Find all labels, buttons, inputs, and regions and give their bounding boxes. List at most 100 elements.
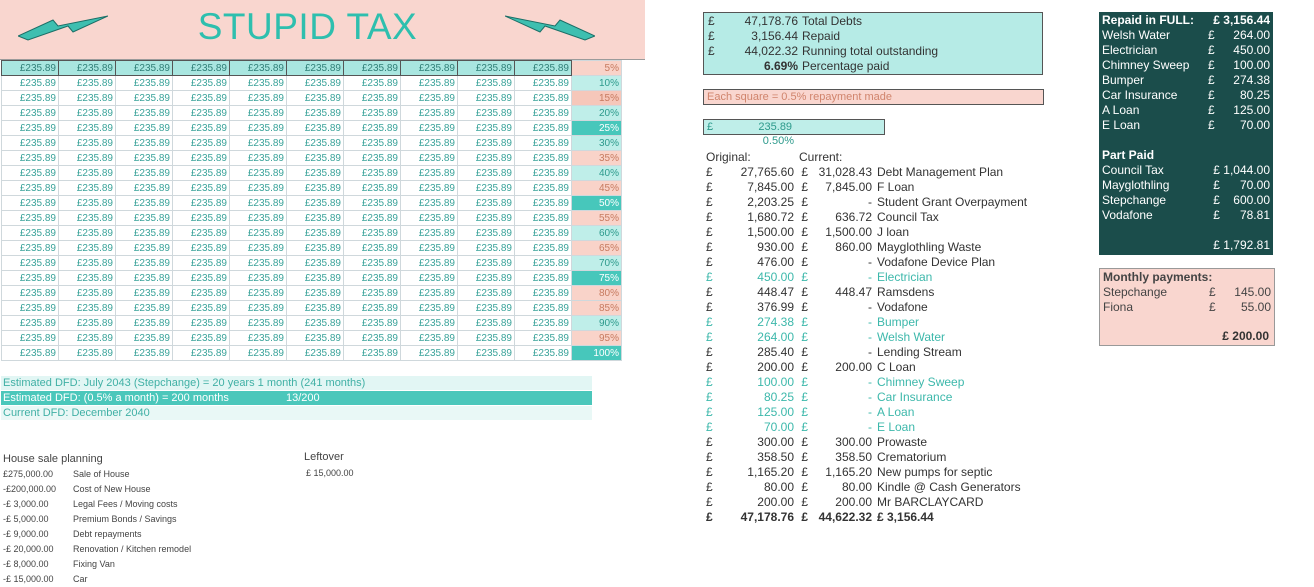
payment-square[interactable]: £235.89: [514, 345, 572, 361]
payment-square[interactable]: £235.89: [172, 90, 230, 106]
payment-square[interactable]: £235.89: [514, 75, 572, 91]
payment-square[interactable]: £235.89: [1, 210, 59, 226]
payment-square[interactable]: £235.89: [58, 330, 116, 346]
payment-square[interactable]: £235.89: [457, 240, 515, 256]
payment-square[interactable]: £235.89: [400, 210, 458, 226]
payment-square[interactable]: £235.89: [286, 135, 344, 151]
payment-square[interactable]: £235.89: [286, 60, 344, 76]
debt-row[interactable]: £125.00 £ - A Loan: [706, 405, 914, 420]
debt-row[interactable]: £358.50 £358.50 Crematorium: [706, 450, 946, 465]
payment-square[interactable]: £235.89: [229, 330, 287, 346]
payment-square[interactable]: £235.89: [1, 90, 59, 106]
payment-square[interactable]: £235.89: [115, 285, 173, 301]
payment-square[interactable]: £235.89: [343, 330, 401, 346]
payment-square[interactable]: £235.89: [457, 210, 515, 226]
payment-square[interactable]: £235.89: [286, 75, 344, 91]
debt-row[interactable]: £70.00 £ - E Loan: [706, 420, 915, 435]
payment-square[interactable]: £235.89: [457, 315, 515, 331]
payment-square[interactable]: £235.89: [229, 255, 287, 271]
payment-square[interactable]: £235.89: [115, 135, 173, 151]
payment-square[interactable]: £235.89: [229, 135, 287, 151]
debt-row[interactable]: £200.00 £200.00 C Loan: [706, 360, 916, 375]
payment-square[interactable]: £235.89: [115, 270, 173, 286]
payment-square[interactable]: £235.89: [400, 90, 458, 106]
payment-square[interactable]: £235.89: [286, 315, 344, 331]
payment-square[interactable]: £235.89: [400, 165, 458, 181]
payment-square[interactable]: £235.89: [286, 345, 344, 361]
payment-square[interactable]: £235.89: [229, 345, 287, 361]
payment-square[interactable]: £235.89: [115, 120, 173, 136]
payment-square[interactable]: £235.89: [229, 195, 287, 211]
payment-square[interactable]: £235.89: [172, 270, 230, 286]
debt-row[interactable]: £7,845.00 £7,845.00 F Loan: [706, 180, 914, 195]
payment-square[interactable]: £235.89: [172, 195, 230, 211]
payment-square[interactable]: £235.89: [229, 105, 287, 121]
payment-square[interactable]: £235.89: [343, 255, 401, 271]
payment-square[interactable]: £235.89: [514, 225, 572, 241]
payment-square[interactable]: £235.89: [172, 180, 230, 196]
payment-square[interactable]: £235.89: [1, 300, 59, 316]
payment-square[interactable]: £235.89: [400, 300, 458, 316]
payment-square[interactable]: £235.89: [514, 255, 572, 271]
payment-square[interactable]: £235.89: [58, 135, 116, 151]
debt-row[interactable]: £274.38 £ - Bumper: [706, 315, 919, 330]
payment-square[interactable]: £235.89: [343, 225, 401, 241]
payment-square[interactable]: £235.89: [229, 150, 287, 166]
payment-square[interactable]: £235.89: [343, 75, 401, 91]
payment-square[interactable]: £235.89: [172, 255, 230, 271]
payment-square[interactable]: £235.89: [1, 165, 59, 181]
payment-square[interactable]: £235.89: [457, 270, 515, 286]
debt-row[interactable]: £476.00 £ - Vodafone Device Plan: [706, 255, 995, 270]
payment-square[interactable]: £235.89: [457, 300, 515, 316]
payment-square[interactable]: £235.89: [1, 330, 59, 346]
payment-square[interactable]: £235.89: [115, 240, 173, 256]
payment-square[interactable]: £235.89: [514, 150, 572, 166]
payment-square[interactable]: £235.89: [514, 270, 572, 286]
payment-square[interactable]: £235.89: [343, 135, 401, 151]
payment-square[interactable]: £235.89: [229, 240, 287, 256]
payment-square[interactable]: £235.89: [343, 60, 401, 76]
payment-square[interactable]: £235.89: [457, 285, 515, 301]
payment-square[interactable]: £235.89: [229, 300, 287, 316]
payment-square[interactable]: £235.89: [229, 315, 287, 331]
payment-square[interactable]: £235.89: [286, 150, 344, 166]
debt-row[interactable]: £80.25 £ - Car Insurance: [706, 390, 952, 405]
payment-square[interactable]: £235.89: [400, 105, 458, 121]
payment-square[interactable]: £235.89: [343, 195, 401, 211]
payment-square[interactable]: £235.89: [457, 75, 515, 91]
payment-square[interactable]: £235.89: [172, 315, 230, 331]
payment-square[interactable]: £235.89: [400, 255, 458, 271]
payment-square[interactable]: £235.89: [229, 90, 287, 106]
payment-square[interactable]: £235.89: [286, 195, 344, 211]
payment-square[interactable]: £235.89: [514, 315, 572, 331]
payment-square[interactable]: £235.89: [58, 195, 116, 211]
payment-square[interactable]: £235.89: [400, 60, 458, 76]
debt-row[interactable]: £80.00 £80.00 Kindle @ Cash Generators: [706, 480, 1021, 495]
payment-square[interactable]: £235.89: [457, 165, 515, 181]
payment-square[interactable]: £235.89: [286, 105, 344, 121]
payment-square[interactable]: £235.89: [58, 300, 116, 316]
payment-square[interactable]: £235.89: [400, 135, 458, 151]
payment-square[interactable]: £235.89: [400, 195, 458, 211]
debt-row[interactable]: £100.00 £ - Chimney Sweep: [706, 375, 964, 390]
payment-square[interactable]: £235.89: [1, 255, 59, 271]
payment-square[interactable]: £235.89: [457, 180, 515, 196]
payment-square[interactable]: £235.89: [172, 60, 230, 76]
payment-square[interactable]: £235.89: [514, 195, 572, 211]
payment-square[interactable]: £235.89: [58, 270, 116, 286]
payment-square[interactable]: £235.89: [514, 330, 572, 346]
payment-square[interactable]: £235.89: [343, 315, 401, 331]
payment-square[interactable]: £235.89: [1, 225, 59, 241]
payment-square[interactable]: £235.89: [58, 60, 116, 76]
payment-square[interactable]: £235.89: [457, 120, 515, 136]
payment-square[interactable]: £235.89: [343, 120, 401, 136]
payment-square[interactable]: £235.89: [58, 180, 116, 196]
payment-square[interactable]: £235.89: [343, 345, 401, 361]
debt-row[interactable]: £264.00 £ - Welsh Water: [706, 330, 945, 345]
payment-square[interactable]: £235.89: [286, 120, 344, 136]
payment-square[interactable]: £235.89: [514, 240, 572, 256]
payment-square[interactable]: £235.89: [1, 135, 59, 151]
debt-row[interactable]: £1,165.20 £1,165.20 New pumps for septic: [706, 465, 992, 480]
payment-square[interactable]: £235.89: [172, 75, 230, 91]
payment-square[interactable]: £235.89: [514, 165, 572, 181]
